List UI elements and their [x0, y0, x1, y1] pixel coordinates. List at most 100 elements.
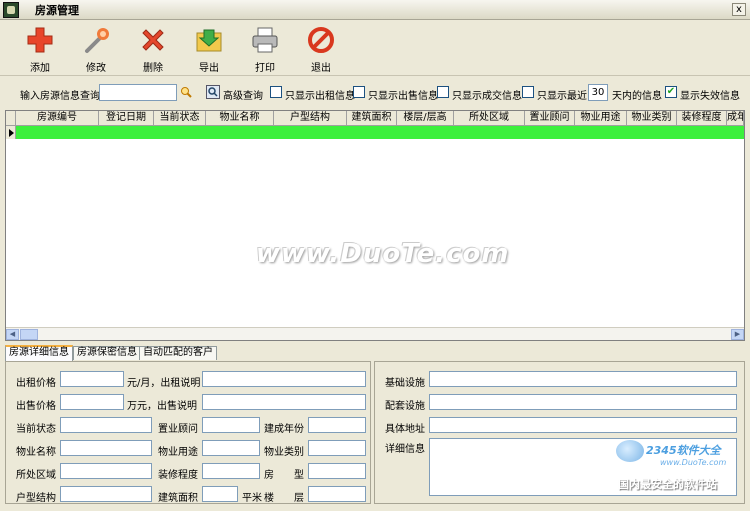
- decoration-label: 装修程度: [158, 470, 198, 481]
- scroll-left-icon[interactable]: ◀: [6, 329, 19, 340]
- window-title: 房源管理: [35, 3, 79, 17]
- exit-icon: [306, 25, 336, 55]
- column-header[interactable]: 楼层/层高: [397, 111, 454, 126]
- column-header[interactable]: 登记日期: [99, 111, 154, 126]
- sale-note-field[interactable]: [202, 394, 366, 410]
- property-use-label: 物业用途: [158, 447, 198, 458]
- rent-only-label: 只显示出租信息: [285, 91, 355, 102]
- scroll-right-icon[interactable]: ▶: [731, 329, 744, 340]
- rent-note-field[interactable]: [202, 371, 366, 387]
- sale-price-label: 出售价格: [16, 401, 56, 412]
- brand-name: 2345软件大全: [646, 444, 721, 457]
- property-use-field[interactable]: [202, 440, 260, 456]
- column-header[interactable]: 建筑面积: [347, 111, 397, 126]
- decoration-field[interactable]: [202, 463, 260, 479]
- search-icon[interactable]: [180, 86, 192, 101]
- supporting-label: 配套设施: [385, 401, 425, 412]
- deal-only-label: 只显示成交信息: [452, 91, 522, 102]
- rent-only-checkbox[interactable]: [270, 86, 282, 98]
- brand-logo-icon: [616, 440, 644, 462]
- column-header[interactable]: 所处区域: [454, 111, 525, 126]
- listing-grid[interactable]: 房源编号 登记日期 当前状态 物业名称 户型结构 建筑面积 楼层/层高 所处区域…: [5, 110, 745, 341]
- sale-unit-label: 万元，出售说明: [127, 401, 197, 412]
- column-header[interactable]: 物业名称: [206, 111, 274, 126]
- consultant-label: 置业顾问: [158, 424, 198, 435]
- show-invalid-checkbox[interactable]: ✔: [665, 86, 677, 98]
- deal-only-checkbox[interactable]: [437, 86, 449, 98]
- rent-price-label: 出租价格: [16, 378, 56, 389]
- recent-suffix-label: 天内的信息: [612, 91, 662, 102]
- facilities-field[interactable]: [429, 371, 737, 387]
- scroll-thumb[interactable]: [20, 329, 38, 340]
- wand-icon: [81, 25, 111, 55]
- address-field[interactable]: [429, 417, 737, 433]
- close-button[interactable]: x: [732, 3, 746, 16]
- edit-button[interactable]: 修改: [72, 25, 120, 74]
- query-label: 输入房源信息查询: [20, 91, 100, 102]
- tab-matched-clients[interactable]: 自动匹配的客户: [139, 346, 217, 360]
- brand-url: www.DuoTe.com: [660, 458, 727, 467]
- column-header[interactable]: 物业用途: [575, 111, 627, 126]
- region-label: 所处区域: [16, 470, 56, 481]
- sale-only-checkbox[interactable]: [353, 86, 365, 98]
- export-folder-icon: [194, 25, 224, 55]
- column-header[interactable]: 当前状态: [154, 111, 206, 126]
- column-header[interactable]: 装修程度: [677, 111, 727, 126]
- export-button[interactable]: 导出: [185, 25, 233, 74]
- facilities-label: 基础设施: [385, 378, 425, 389]
- grid-header: 房源编号 登记日期 当前状态 物业名称 户型结构 建筑面积 楼层/层高 所处区域…: [6, 111, 744, 126]
- supporting-field[interactable]: [429, 394, 737, 410]
- property-name-field[interactable]: [60, 440, 152, 456]
- room-type-field[interactable]: [308, 463, 366, 479]
- floor-label: 楼 层: [264, 493, 304, 504]
- status-label: 当前状态: [16, 424, 56, 435]
- area-field[interactable]: [202, 486, 238, 502]
- column-header[interactable]: 房源编号: [16, 111, 99, 126]
- delete-button[interactable]: 删除: [129, 25, 177, 74]
- consultant-field[interactable]: [202, 417, 260, 433]
- status-field[interactable]: [60, 417, 152, 433]
- recent-checkbox[interactable]: [522, 86, 534, 98]
- floor-field[interactable]: [308, 486, 366, 502]
- column-header[interactable]: 置业顾问: [525, 111, 575, 126]
- address-label: 具体地址: [385, 424, 425, 435]
- recent-days-input[interactable]: 30: [588, 84, 608, 101]
- rent-unit-label: 元/月，出租说明: [127, 378, 201, 389]
- print-button[interactable]: 打印: [241, 25, 289, 74]
- filter-bar: 输入房源信息查询 高级查询 只显示出租信息 只显示出售信息 只显示成交信息 只显…: [0, 80, 750, 106]
- brand-watermark: 2345软件大全 www.DuoTe.com 国内最安全的软件站: [612, 438, 748, 498]
- build-year-label: 建成年份: [264, 424, 304, 435]
- current-row-indicator: [6, 126, 16, 139]
- advanced-search-link[interactable]: 高级查询: [223, 87, 263, 102]
- tab-confidential-info[interactable]: 房源保密信息: [73, 346, 141, 360]
- watermark: www.DuoTe.com: [256, 239, 510, 269]
- rent-price-field[interactable]: [60, 371, 124, 387]
- exit-button[interactable]: 退出: [297, 25, 345, 74]
- plus-icon: [25, 25, 55, 55]
- toolbar: 添加 修改 删除 导出 打印 退出: [0, 21, 750, 76]
- title-bar: 房源管理 x: [0, 0, 750, 20]
- tab-listing-details[interactable]: 房源详细信息: [5, 345, 73, 361]
- query-input[interactable]: [99, 84, 177, 101]
- column-header[interactable]: 户型结构: [274, 111, 347, 126]
- property-type-label: 物业类别: [264, 447, 304, 458]
- horizontal-scrollbar[interactable]: ◀ ▶: [6, 327, 744, 340]
- build-year-field[interactable]: [308, 417, 366, 433]
- add-button[interactable]: 添加: [16, 25, 64, 74]
- row-header-corner: [6, 111, 16, 126]
- detail-tabs: 房源详细信息 房源保密信息 自动匹配的客户: [5, 345, 745, 361]
- table-row[interactable]: [6, 126, 744, 139]
- app-icon: [3, 1, 19, 18]
- sale-price-field[interactable]: [60, 394, 124, 410]
- column-header[interactable]: 成年: [727, 111, 744, 126]
- column-header[interactable]: 物业类别: [627, 111, 677, 126]
- property-type-field[interactable]: [308, 440, 366, 456]
- region-field[interactable]: [60, 463, 152, 479]
- sale-only-label: 只显示出售信息: [368, 91, 438, 102]
- details-panel: 出租价格 元/月，出租说明 出售价格 万元，出售说明 当前状态 置业顾问 建成年…: [5, 361, 371, 504]
- layout-label: 户型结构: [16, 493, 56, 504]
- advanced-search-icon[interactable]: [206, 85, 220, 99]
- room-type-label: 房 型: [264, 470, 304, 481]
- layout-field[interactable]: [60, 486, 152, 502]
- property-name-label: 物业名称: [16, 447, 56, 458]
